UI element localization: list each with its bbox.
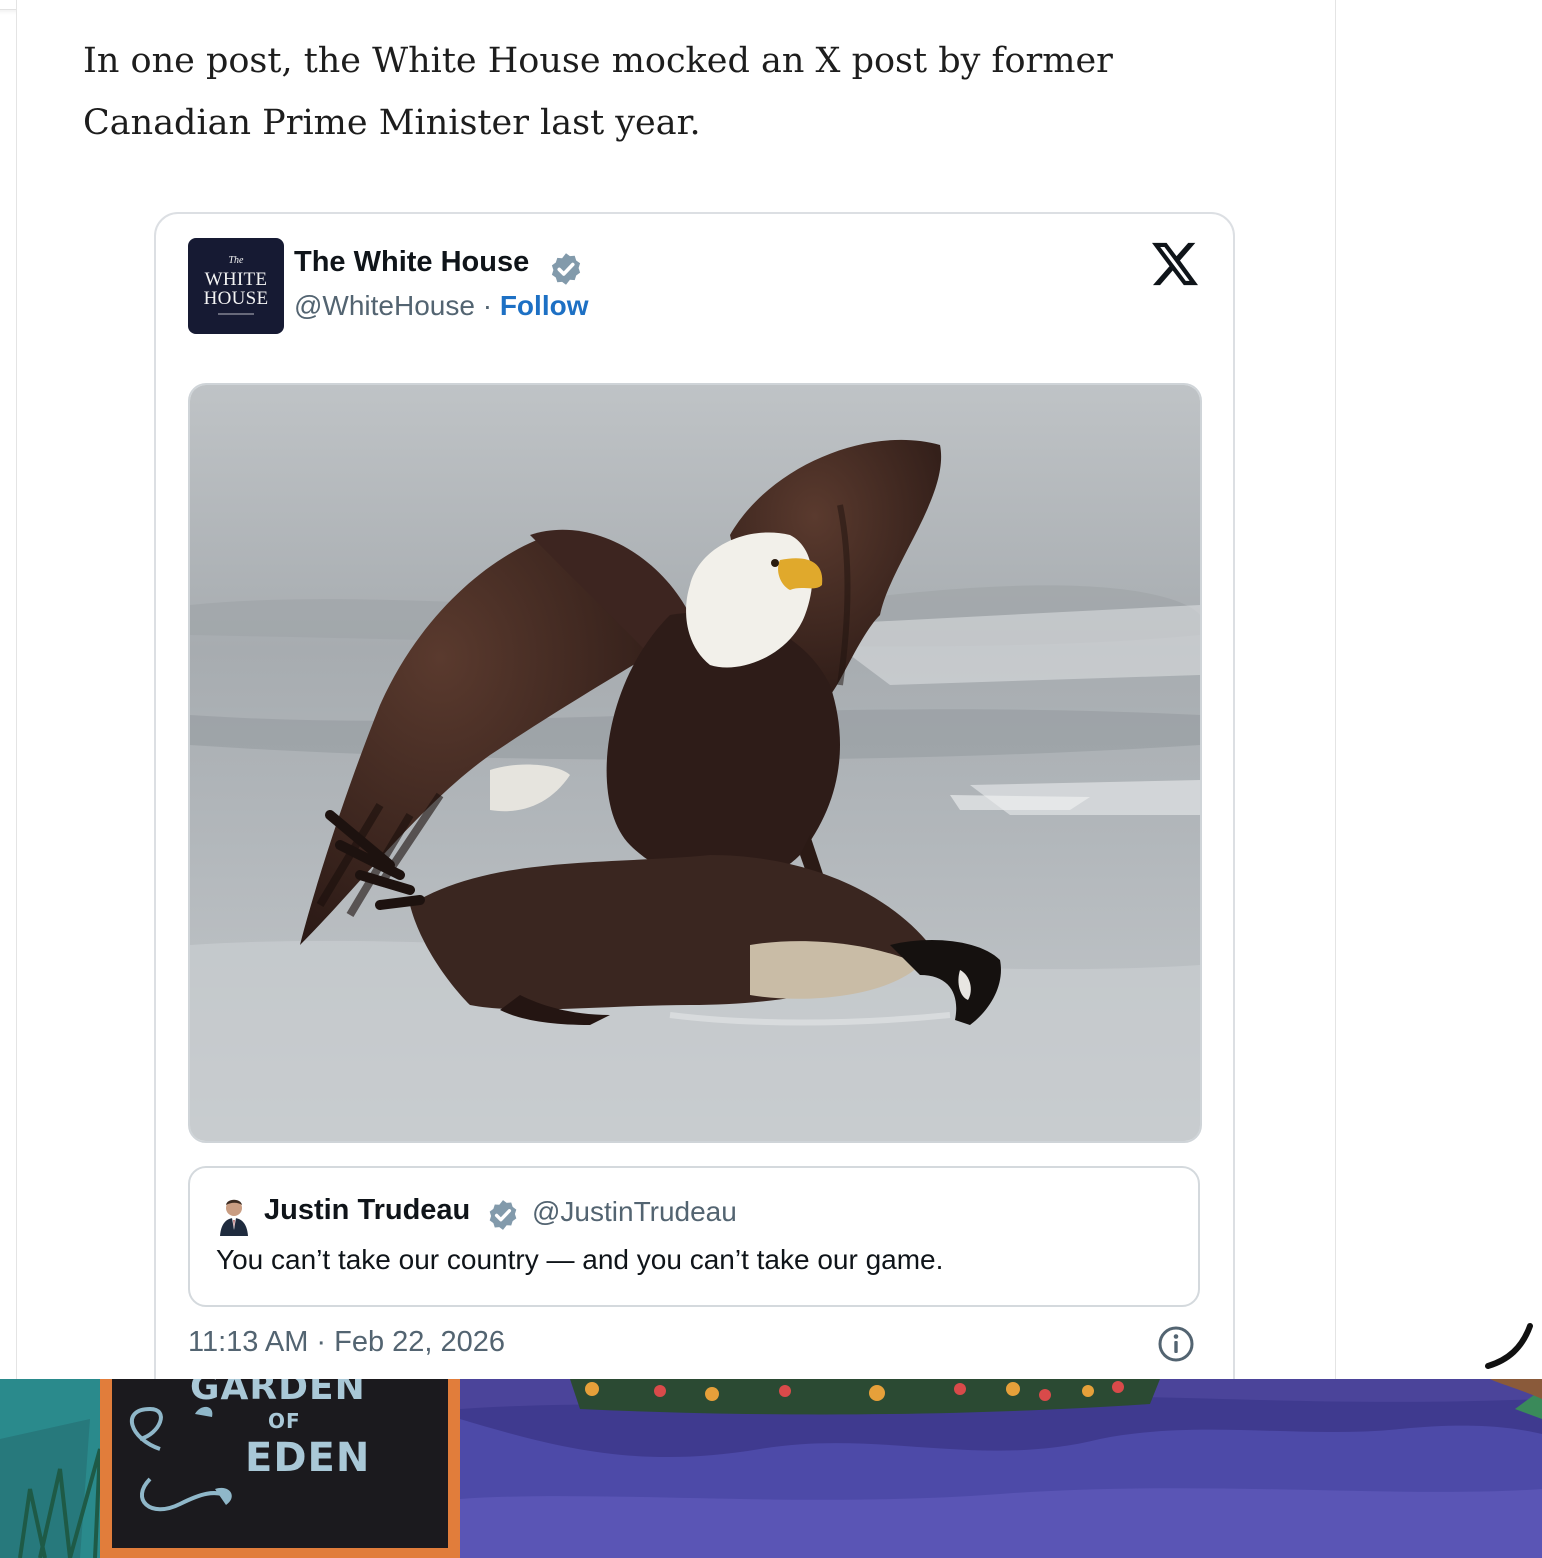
avatar-rule xyxy=(218,313,254,315)
trudeau-avatar[interactable] xyxy=(218,1196,250,1236)
info-icon[interactable] xyxy=(1157,1325,1195,1363)
tweet-author-name[interactable]: The White House xyxy=(294,246,529,279)
tweet-handle-line: @WhiteHouse · Follow xyxy=(294,290,588,322)
mural-sign-word-1: GARDEN xyxy=(190,1379,366,1408)
article-column: In one post, the White House mocked an X… xyxy=(16,0,1336,1416)
avatar-line-3: HOUSE xyxy=(203,288,269,309)
mural-sign-word-2: OF xyxy=(268,1409,301,1433)
white-house-avatar[interactable]: The WHITE HOUSE xyxy=(188,238,284,334)
eagle-attacking-goose-photo xyxy=(190,385,1200,1141)
tweet-handle[interactable]: @WhiteHouse xyxy=(294,290,475,321)
quoted-handle[interactable]: @JustinTrudeau xyxy=(532,1196,737,1228)
mural-sign-word-3: EDEN xyxy=(245,1435,371,1481)
handle-separator: · xyxy=(474,290,500,321)
x-logo-icon[interactable] xyxy=(1152,242,1198,286)
article-paragraph: In one post, the White House mocked an X… xyxy=(83,41,1113,143)
tweet-photo[interactable] xyxy=(188,383,1202,1143)
quoted-author-name[interactable]: Justin Trudeau xyxy=(264,1194,470,1227)
quoted-tweet[interactable]: Justin Trudeau @JustinTrudeau You can’t … xyxy=(188,1166,1200,1307)
quoted-verified-badge-icon xyxy=(489,1200,517,1230)
avatar-line-1: The xyxy=(228,255,244,266)
panel-corner-arc xyxy=(1478,1290,1542,1380)
mural-background: GARDEN OF EDEN xyxy=(0,1379,1542,1558)
tweet-timestamp[interactable]: 11:13 AM · Feb 22, 2026 xyxy=(188,1326,505,1359)
embedded-tweet[interactable]: The WHITE HOUSE The White House @WhiteHo… xyxy=(154,212,1235,1416)
follow-link[interactable]: Follow xyxy=(500,290,589,321)
verified-badge-icon xyxy=(551,253,581,285)
quoted-text: You can’t take our country — and you can… xyxy=(216,1244,944,1275)
